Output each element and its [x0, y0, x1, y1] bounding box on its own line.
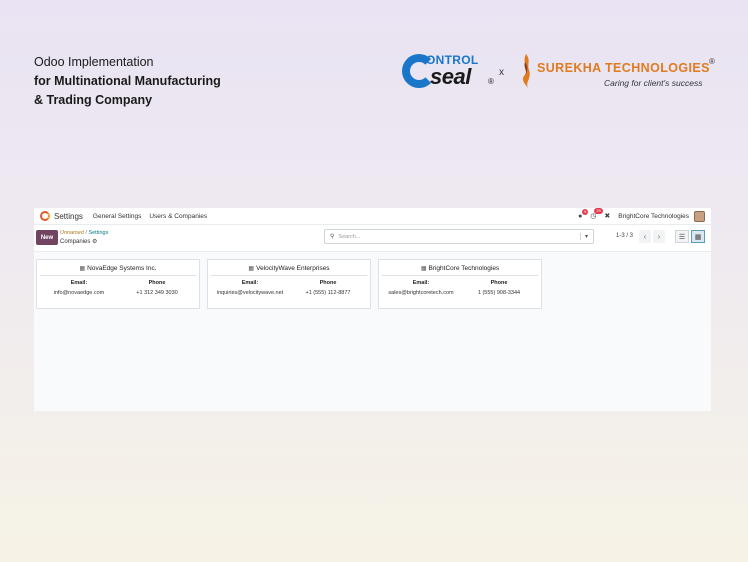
company-name: BrightCore Technologies: [428, 265, 500, 272]
company-phone: 1 (555) 908-3344: [477, 290, 521, 296]
nav-general-settings[interactable]: General Settings: [93, 213, 141, 220]
nav-users-companies[interactable]: Users & Companies: [149, 213, 207, 220]
company-email: sales@brightcoretech.com: [388, 290, 454, 296]
partner-logos: ONTROL seal ® x SUREKHA TECHNOLOGIES ® C…: [402, 52, 722, 94]
headline-line-1: Odoo Implementation: [34, 55, 154, 69]
pager-next-chevron-icon[interactable]: ›: [653, 230, 665, 243]
company-phone: +1 312 349 3030: [136, 290, 178, 296]
building-icon: ▦: [420, 266, 427, 272]
company-card[interactable]: ▦ NovaEdge Systems Inc. Email: Phone info…: [36, 259, 200, 309]
company-email: inquiries@velocitywave.net: [216, 290, 284, 296]
breadcrumb-current: Companies ⚙: [60, 238, 97, 245]
search-input[interactable]: ⚲ Search... ▾: [324, 229, 594, 244]
wrench-icon[interactable]: ✖: [604, 212, 610, 220]
breadcrumb-unnamed[interactable]: Unnamed: [60, 230, 84, 236]
surekha-registered-mark: ®: [709, 57, 715, 66]
logo-separator: x: [499, 67, 504, 78]
kanban-view-icon[interactable]: ▦: [691, 230, 705, 243]
company-email: info@novaedge.com: [53, 290, 105, 296]
app-logo-icon[interactable]: [40, 211, 50, 221]
controlseal-registered-mark: ®: [488, 77, 494, 86]
search-icon: ⚲: [330, 234, 335, 240]
company-kanban: ▦ NovaEdge Systems Inc. Email: Phone info…: [36, 259, 542, 309]
surekha-name: SUREKHA TECHNOLOGIES: [537, 61, 710, 75]
headline: Odoo Implementation for Multinational Ma…: [34, 53, 221, 110]
breadcrumb: Unnamed / Settings: [60, 230, 109, 236]
building-icon: ▦: [248, 266, 255, 272]
user-avatar[interactable]: [694, 210, 705, 222]
gear-icon[interactable]: ⚙: [92, 239, 97, 245]
company-name: VelocityWave Enterprises: [256, 265, 330, 272]
top-navbar: Settings General Settings Users & Compan…: [34, 208, 711, 225]
company-card[interactable]: ▦ VelocityWave Enterprises Email: Phone i…: [207, 259, 371, 309]
page-title: Companies: [60, 239, 91, 245]
search-options-caret-icon[interactable]: ▾: [579, 233, 588, 240]
activity-count-badge: 29: [594, 208, 603, 214]
pager-value[interactable]: 1-3 / 3: [616, 233, 633, 239]
clock-icon[interactable]: ◷ 29: [590, 208, 603, 220]
odoo-window: Settings General Settings Users & Compan…: [34, 208, 711, 411]
building-icon: ▦: [79, 266, 86, 272]
headline-line-2: for Multinational Manufacturing: [34, 74, 221, 88]
list-view-icon[interactable]: ☰: [675, 230, 689, 243]
controlseal-bottom-text: seal: [430, 64, 471, 89]
control-panel: New Unnamed / Settings Companies ⚙ ⚲ Sea…: [34, 225, 711, 252]
company-phone: +1 (555) 112-8877: [305, 290, 351, 296]
headline-line-3: & Trading Company: [34, 93, 153, 107]
chat-count-badge: 9: [582, 208, 589, 215]
company-switcher[interactable]: BrightCore Technologies: [618, 213, 689, 220]
company-card[interactable]: ▦ BrightCore Technologies Email: Phone sa…: [378, 259, 542, 309]
chat-icon[interactable]: ● 9: [578, 208, 589, 220]
pager-prev-chevron-icon[interactable]: ‹: [639, 230, 651, 243]
app-name[interactable]: Settings: [54, 212, 83, 221]
surekha-tagline: Caring for client's success: [604, 78, 703, 88]
surekha-flame-icon: [522, 54, 530, 88]
new-button[interactable]: New: [36, 230, 58, 245]
search-placeholder: Search...: [338, 233, 361, 240]
company-name: NovaEdge Systems Inc.: [87, 265, 157, 272]
breadcrumb-settings[interactable]: Settings: [88, 230, 108, 236]
